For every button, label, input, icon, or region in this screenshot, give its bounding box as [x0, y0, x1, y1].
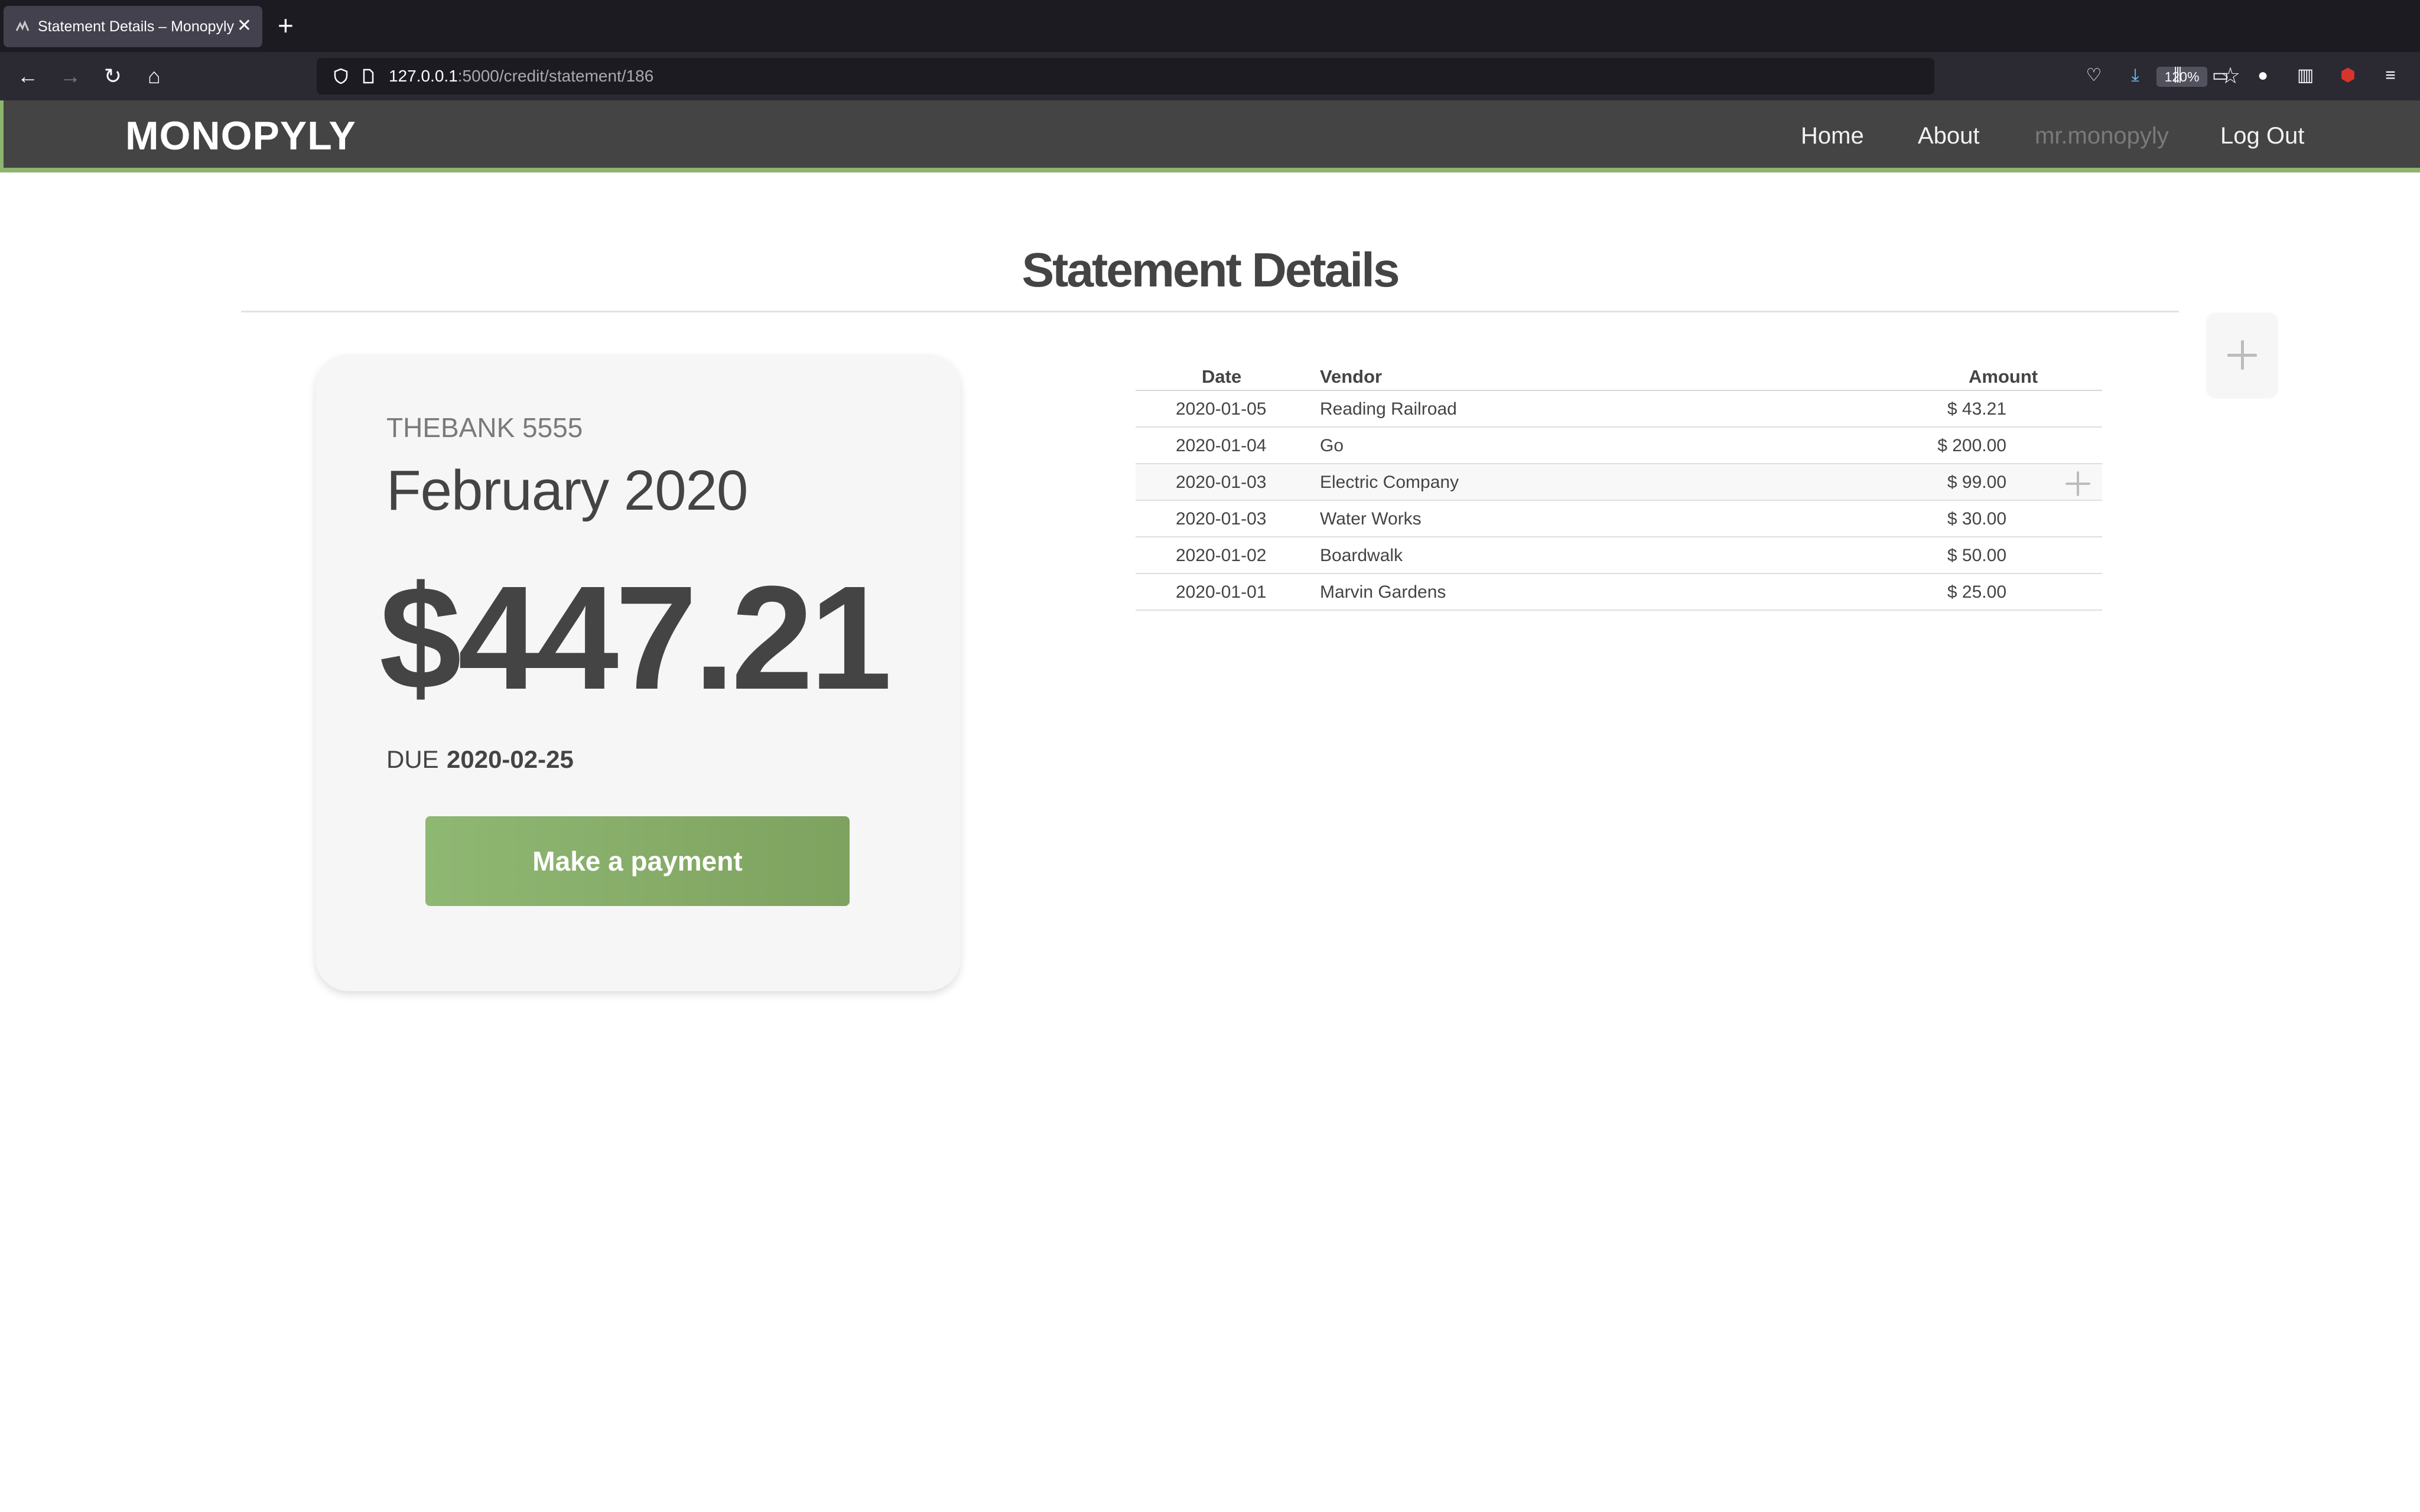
due-date: 2020-02-25 [447, 745, 574, 773]
plus-icon [2227, 340, 2257, 370]
title-divider [241, 311, 2179, 312]
row-vendor: Marvin Gardens [1320, 582, 1446, 602]
nav-home-link[interactable]: Home [1801, 122, 1864, 150]
back-icon[interactable]: ← [14, 63, 41, 90]
row-date: 2020-01-05 [1176, 399, 1267, 419]
table-row[interactable]: 2020-01-05 Reading Railroad $ 43.21 [1136, 391, 2102, 428]
nav-user-link[interactable]: mr.monopyly [2035, 122, 2169, 150]
forward-icon[interactable]: → [57, 63, 84, 90]
row-vendor: Electric Company [1320, 472, 1459, 492]
new-tab-icon[interactable]: + [278, 11, 294, 40]
brand-logo[interactable]: MONOPYLY [125, 113, 356, 158]
transactions-table: Date Vendor Amount 2020-01-05 Reading Ra… [1136, 361, 2102, 611]
browser-tab[interactable]: Statement Details – Monopyly ✕ [4, 6, 262, 47]
add-transaction-button[interactable] [2207, 313, 2277, 397]
row-date: 2020-01-02 [1176, 546, 1267, 565]
date-column-header: Date [1202, 366, 1242, 387]
home-icon[interactable]: ⌂ [141, 63, 168, 90]
statement-month: February 2020 [386, 459, 748, 522]
reload-icon[interactable]: ↻ [99, 63, 126, 90]
table-header: Date Vendor Amount [1136, 361, 2102, 391]
browser-toolbar: ← → ↻ ⌂ 127.0.0.1:5000/credit/statement/… [0, 52, 2420, 100]
shield-icon[interactable] [332, 67, 350, 85]
statement-balance: $447.21 [379, 555, 892, 720]
page-title: Statement Details [1022, 243, 1400, 297]
card-name: THEBANK 5555 [386, 412, 583, 443]
url-path: :5000/credit/statement/186 [457, 67, 654, 85]
row-amount: $ 50.00 [1947, 546, 2006, 565]
table-row[interactable]: 2020-01-01 Marvin Gardens $ 25.00 [1136, 574, 2102, 611]
row-amount: $ 99.00 [1947, 472, 2006, 492]
close-tab-icon[interactable]: ✕ [237, 17, 252, 35]
tab-title: Statement Details – Monopyly [38, 18, 235, 35]
due-label: DUE [386, 745, 439, 773]
favicon-icon [15, 20, 30, 31]
vendor-column-header: Vendor [1320, 366, 1383, 387]
row-amount: $ 25.00 [1947, 582, 2006, 602]
row-expand-plus-icon[interactable] [2066, 471, 2090, 496]
extension-icon[interactable]: ▥ [2294, 64, 2317, 87]
statement-card: THEBANK 5555 February 2020 $447.21 DUE 2… [315, 354, 961, 991]
row-amount: $ 43.21 [1947, 399, 2006, 419]
pocket-icon[interactable]: ♡ [2082, 64, 2106, 87]
app-header: MONOPYLY Home About mr.monopyly Log Out [0, 100, 2420, 172]
browser-tab-bar: Statement Details – Monopyly ✕ + [0, 0, 2420, 52]
make-payment-button[interactable]: Make a payment [425, 816, 850, 906]
downloads-icon[interactable]: ⤓ [2123, 64, 2147, 87]
library-icon[interactable]: ⫼ [2166, 64, 2190, 87]
table-row[interactable]: 2020-01-04 Go $ 200.00 [1136, 428, 2102, 464]
ublock-icon[interactable]: ⬢ [2336, 64, 2360, 87]
row-amount: $ 200.00 [1937, 436, 2006, 455]
row-date: 2020-01-03 [1176, 509, 1267, 529]
row-date: 2020-01-01 [1176, 582, 1267, 602]
table-row[interactable]: 2020-01-02 Boardwalk $ 50.00 [1136, 537, 2102, 574]
table-row[interactable]: 2020-01-03 Water Works $ 30.00 [1136, 501, 2102, 537]
sidebar-icon[interactable]: ▭ [2208, 64, 2232, 87]
row-amount: $ 30.00 [1947, 509, 2006, 529]
row-date: 2020-01-04 [1176, 436, 1267, 455]
address-bar[interactable]: 127.0.0.1:5000/credit/statement/186 120%… [317, 58, 2240, 94]
menu-icon[interactable]: ≡ [2379, 64, 2402, 87]
table-row[interactable]: 2020-01-03 Electric Company $ 99.00 [1136, 464, 2102, 501]
row-vendor: Water Works [1320, 509, 1422, 529]
row-vendor: Boardwalk [1320, 546, 1403, 565]
row-date: 2020-01-03 [1176, 472, 1267, 492]
account-icon[interactable]: ● [2251, 64, 2275, 87]
url-text: 127.0.0.1:5000/credit/statement/186 [389, 67, 653, 85]
row-vendor: Reading Railroad [1320, 399, 1457, 419]
nav-about-link[interactable]: About [1918, 122, 1980, 150]
row-vendor: Go [1320, 436, 1344, 455]
amount-column-header: Amount [1969, 366, 2038, 387]
nav-logout-link[interactable]: Log Out [2220, 122, 2304, 150]
url-host: 127.0.0.1 [389, 67, 458, 85]
page-icon[interactable] [359, 67, 377, 85]
